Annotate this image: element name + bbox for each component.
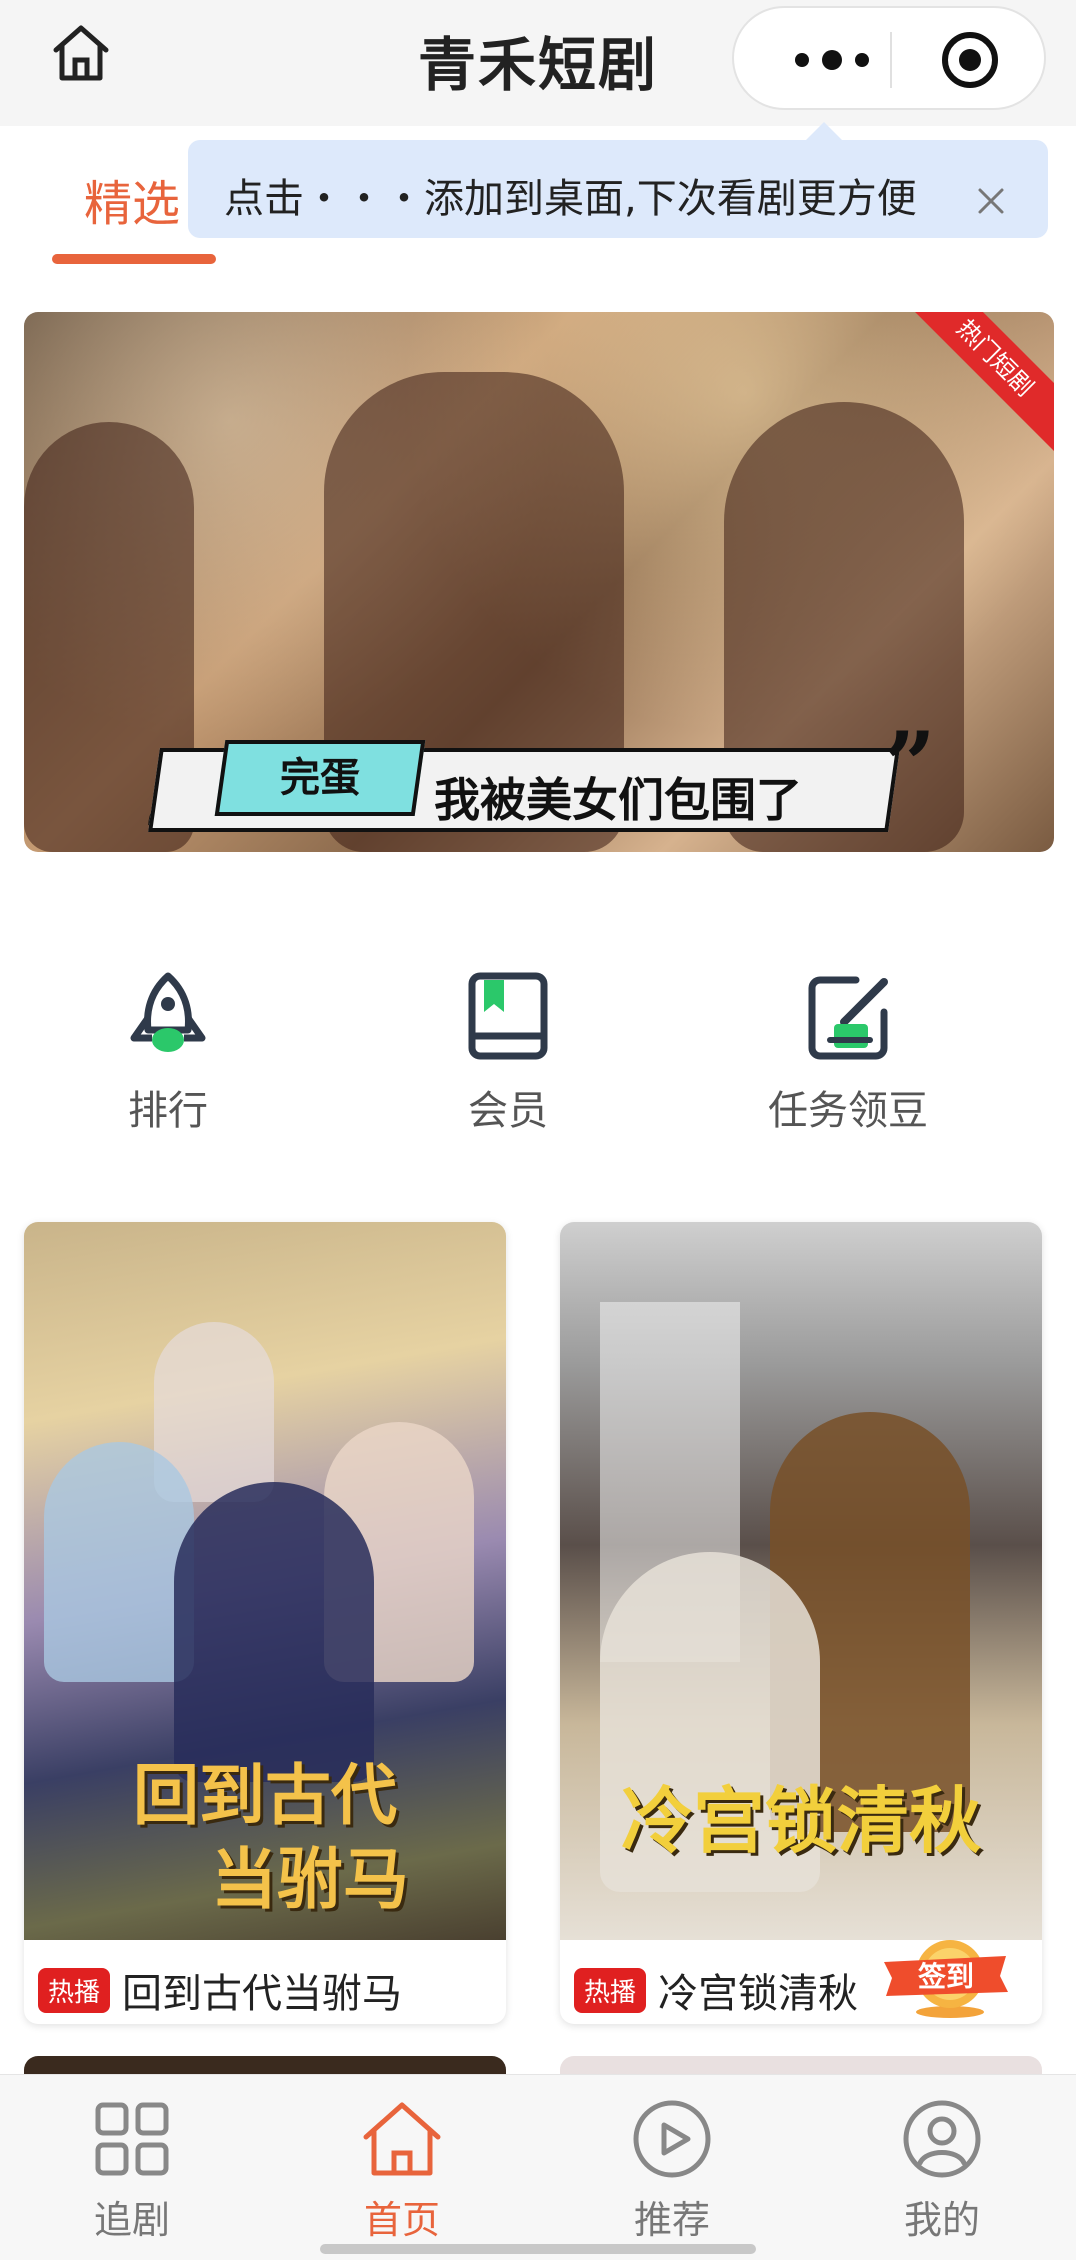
nav-home-label: 首页 xyxy=(363,2198,440,2242)
drama-poster: 回到古代 当驸马 xyxy=(24,1222,506,1940)
menu-tasks[interactable]: 任务领豆 xyxy=(728,968,968,1136)
home-icon xyxy=(363,2102,441,2176)
poster-figure xyxy=(174,1482,374,1782)
drama-card[interactable]: 回到古代 当驸马 热播 回到古代当驸马 xyxy=(24,1222,506,2024)
nav-profile[interactable]: 我的 xyxy=(842,2097,1042,2244)
close-target-icon[interactable] xyxy=(940,30,1000,90)
menu-tasks-label: 任务领豆 xyxy=(768,1088,928,1134)
drama-poster: 冷宫锁清秋 xyxy=(560,1222,1042,1940)
quote-mark-icon: ” xyxy=(884,712,936,818)
menu-ranking-label: 排行 xyxy=(128,1088,208,1134)
user-icon xyxy=(903,2100,981,2178)
nav-home[interactable]: 首页 xyxy=(302,2097,502,2244)
nav-recommend[interactable]: 推荐 xyxy=(572,2097,772,2244)
featured-banner[interactable]: 热门短剧 “ 完蛋 我被美女们包围了 ” xyxy=(24,312,1054,852)
poster-title-line: 当驸马 xyxy=(211,1840,409,1918)
tab-featured[interactable]: 精选 xyxy=(84,164,180,234)
book-icon xyxy=(468,972,548,1060)
mini-program-capsule xyxy=(732,6,1046,110)
drama-card[interactable]: 冷宫锁清秋 热播 冷宫锁清秋 xyxy=(560,1222,1042,2024)
poster-title-line: 回到古代 xyxy=(133,1756,397,1834)
poster-title: 冷宫锁清秋 xyxy=(620,1778,981,1863)
banner-caption-tag: 完蛋 xyxy=(214,740,426,816)
bottom-nav: 追剧 首页 推荐 我的 xyxy=(0,2074,1076,2260)
sign-in-badge[interactable]: 签到 xyxy=(880,1930,1010,2020)
nav-follow-label: 追剧 xyxy=(93,2198,170,2242)
capsule-divider xyxy=(890,32,892,88)
menu-membership[interactable]: 会员 xyxy=(388,968,628,1136)
nav-profile-label: 我的 xyxy=(903,2198,980,2242)
grid-icon xyxy=(95,2102,169,2176)
close-icon[interactable] xyxy=(974,184,1008,218)
banner-caption-tag-text: 完蛋 xyxy=(280,755,360,801)
tooltip-arrow xyxy=(806,122,842,140)
rocket-icon xyxy=(130,972,206,1052)
menu-membership-label: 会员 xyxy=(468,1088,548,1134)
home-indicator xyxy=(320,2244,756,2254)
top-bar: 青禾短剧 xyxy=(0,0,1076,126)
poster-figure xyxy=(44,1442,194,1682)
nav-recommend-label: 推荐 xyxy=(633,2198,710,2242)
more-options-icon[interactable] xyxy=(772,28,892,92)
drama-title: 冷宫锁清秋 xyxy=(658,1971,859,2017)
banner-caption-text: 我被美女们包围了 xyxy=(434,773,802,827)
add-to-desktop-tooltip: 点击・・・添加到桌面,下次看剧更方便 xyxy=(188,122,1048,238)
task-edit-icon xyxy=(808,976,888,1060)
sign-in-label: 签到 xyxy=(918,1960,974,1993)
menu-ranking[interactable]: 排行 xyxy=(48,968,288,1136)
tab-underline xyxy=(52,254,216,264)
drama-meta: 热播 冷宫锁清秋 xyxy=(574,1966,858,2017)
hot-badge: 热播 xyxy=(38,1967,111,2013)
drama-meta: 热播 回到古代当驸马 xyxy=(38,1966,402,2017)
drama-title: 回到古代当驸马 xyxy=(122,1971,403,2017)
hot-badge: 热播 xyxy=(574,1967,647,2013)
tooltip-text: 点击・・・添加到桌面,下次看剧更方便 xyxy=(224,176,917,222)
nav-follow[interactable]: 追剧 xyxy=(32,2097,232,2244)
play-circle-icon xyxy=(633,2100,711,2178)
